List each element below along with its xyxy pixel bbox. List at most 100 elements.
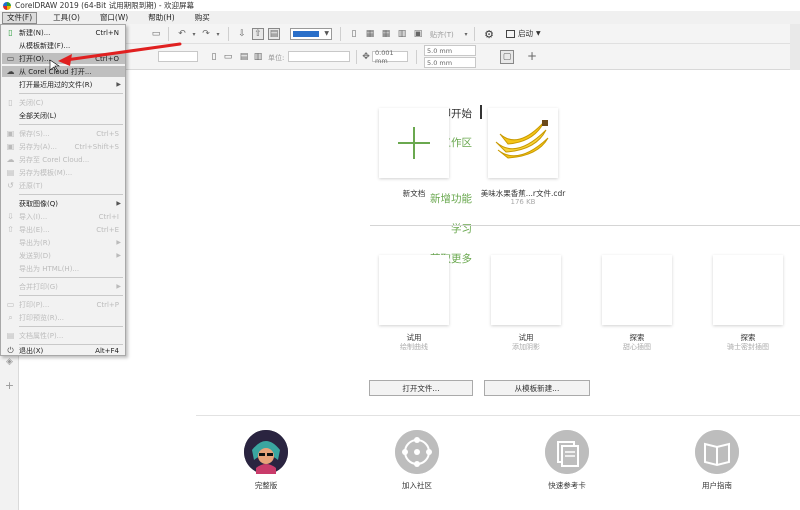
submenu-arrow-icon: ▶	[116, 81, 121, 88]
add-tool-icon[interactable]: +	[4, 379, 15, 392]
color-dropdown[interactable]: ▼	[290, 28, 332, 40]
user-guide-button[interactable]	[695, 430, 739, 474]
trial-card-subtitle: 绘制曲线	[400, 343, 428, 351]
nudge-distance-input[interactable]: 0.001 mm	[372, 49, 408, 65]
undo-icon[interactable]: ↶	[176, 28, 188, 40]
toolbar-print-icon[interactable]: ▭	[150, 28, 162, 40]
menu-separator	[19, 326, 123, 327]
menu-item-new[interactable]: ▯ 新建(N)... Ctrl+N	[2, 27, 125, 38]
banana-thumbnail	[495, 120, 549, 159]
page-border-icon[interactable]: ▢	[500, 50, 514, 64]
menu-item-recent-files[interactable]: 打开最近用过的文件(R) ▶	[2, 79, 125, 90]
full-screen-icon[interactable]: ▯	[348, 28, 360, 40]
submenu-arrow-icon: ▶	[116, 239, 121, 246]
menu-item-save[interactable]: ▣ 保存(S)... Ctrl+S	[2, 128, 125, 139]
menu-item-print-merge[interactable]: 合并打印(G) ▶	[2, 281, 125, 292]
menu-tools[interactable]: 工具(O)	[49, 12, 84, 24]
menu-separator	[19, 295, 123, 296]
menu-separator	[19, 93, 123, 94]
snap-to-dropdown[interactable]: 贴齐(T)	[430, 30, 454, 40]
menu-item-close[interactable]: ▯ 关闭(C)	[2, 97, 125, 108]
quick-reference-button[interactable]	[545, 430, 589, 474]
redo-icon[interactable]: ↷	[200, 28, 212, 40]
menu-item-new-from-template[interactable]: 从模板新建(F)...	[2, 40, 125, 51]
section-divider	[370, 225, 800, 226]
fill-tool-icon[interactable]: ◈	[4, 356, 15, 367]
toolbar-separator	[474, 27, 475, 41]
menu-item-import[interactable]: ⇩ 导入(I)... Ctrl+I	[2, 211, 125, 222]
menu-window[interactable]: 窗口(W)	[96, 12, 132, 24]
join-community-button[interactable]	[395, 430, 439, 474]
menu-buy[interactable]: 购买	[191, 12, 214, 24]
open-file-button[interactable]: 打开文件...	[369, 380, 473, 396]
menu-item-save-corel-cloud[interactable]: ☁ 另存至 Corel Cloud...	[2, 154, 125, 165]
recent-file-card[interactable]	[488, 108, 558, 178]
duplicate-y-input[interactable]: 5.0 mm	[424, 57, 476, 68]
guidelines-icon[interactable]: ▥	[396, 28, 408, 40]
new-document-card[interactable]	[379, 108, 449, 178]
gear-icon[interactable]: ⚙	[483, 28, 495, 41]
coreldraw-app-icon	[3, 1, 11, 10]
toolbar-separator	[340, 27, 341, 41]
menu-item-print[interactable]: ▭ 打印(P)... Ctrl+P	[2, 299, 125, 310]
menu-item-exit[interactable]: ⏻ 退出(X) Alt+F4	[2, 345, 125, 356]
unit-select[interactable]	[288, 51, 350, 62]
submenu-arrow-icon: ▶	[116, 283, 121, 290]
user-guide-label[interactable]: 用户指南	[677, 480, 757, 491]
recent-file-size: 176 KB	[510, 198, 536, 206]
duplicate-x-input[interactable]: 5.0 mm	[424, 45, 476, 56]
launch-dropdown[interactable]: 启动 ▼	[506, 28, 541, 39]
menu-item-open-corel-cloud[interactable]: ☁ 从 Corel Cloud 打开...	[2, 66, 125, 77]
open-folder-icon: ▭	[6, 54, 15, 63]
welcome-screen: 立即开始 工作区 新增功能 学习 获取更多 新文档 美味水果香蕉...r文件.c…	[126, 70, 800, 510]
trial-card-draw-curves[interactable]	[379, 255, 449, 325]
menu-item-revert[interactable]: ↺ 还原(T)	[2, 180, 125, 191]
plus-icon-bar	[398, 142, 430, 144]
menu-item-acquire-image[interactable]: 获取图像(Q) ▶	[2, 198, 125, 209]
menu-bar: 文件(F) 工具(O) 窗口(W) 帮助(H) 购买	[0, 11, 800, 24]
page-size-select[interactable]	[158, 51, 198, 62]
toolbar-scrollbar[interactable]	[790, 24, 800, 74]
snap-dropdown-icon[interactable]: ▾	[460, 28, 472, 40]
trial-card-add-shadow[interactable]	[491, 255, 561, 325]
full-version-label[interactable]: 完整版	[226, 480, 306, 491]
fit-icon[interactable]: ▣	[412, 28, 424, 40]
add-page-icon[interactable]: +	[526, 49, 538, 63]
redo-dropdown-icon[interactable]: ▾	[212, 28, 224, 40]
menu-help[interactable]: 帮助(H)	[144, 12, 179, 24]
portrait-icon	[244, 430, 288, 474]
menu-item-document-properties[interactable]: ▤ 文档属性(P)...	[2, 330, 125, 341]
publish-pdf-icon[interactable]: ▤	[268, 28, 280, 40]
portrait-icon[interactable]: ▯	[208, 51, 220, 63]
menu-item-print-preview[interactable]: ⌕ 打印预览(R)...	[2, 312, 125, 323]
quick-reference-label[interactable]: 快速参考卡	[527, 480, 607, 491]
menu-item-export-as[interactable]: 导出为(R) ▶	[2, 237, 125, 248]
nav-learn[interactable]: 学习	[451, 221, 472, 236]
undo-dropdown-icon[interactable]: ▾	[188, 28, 200, 40]
menu-item-export-html[interactable]: 导出为 HTML(H)...	[2, 263, 125, 274]
explore-card-knight[interactable]	[713, 255, 783, 325]
all-pages-icon[interactable]: ▤	[238, 51, 250, 63]
menu-file[interactable]: 文件(F)	[2, 11, 38, 24]
menu-item-export[interactable]: ⇧ 导出(E)... Ctrl+E	[2, 224, 125, 235]
export-icon[interactable]: ⇧	[252, 28, 264, 40]
join-community-label[interactable]: 加入社区	[377, 480, 457, 491]
landscape-icon[interactable]: ▭	[222, 51, 234, 63]
menu-item-save-as-template[interactable]: ▤ 另存为模板(M)...	[2, 167, 125, 178]
save-icon: ▣	[6, 129, 15, 138]
new-from-template-button[interactable]: 从模板新建...	[484, 380, 590, 396]
window-title: CorelDRAW 2019 (64-Bit 试用期限到期) - 欢迎屏幕	[15, 1, 194, 10]
submenu-arrow-icon: ▶	[116, 200, 121, 207]
menu-item-open[interactable]: ▭ 打开(O)... Ctrl+O	[2, 53, 125, 64]
explore-card-sweet[interactable]	[602, 255, 672, 325]
grid-icon[interactable]: ▦	[380, 28, 392, 40]
rulers-icon[interactable]: ▦	[364, 28, 376, 40]
menu-item-send-to[interactable]: 发送到(D) ▶	[2, 250, 125, 261]
menu-item-close-all[interactable]: 全部关闭(L)	[2, 110, 125, 121]
full-version-portrait[interactable]	[244, 430, 288, 474]
import-icon[interactable]: ⇩	[236, 28, 248, 40]
toolbar-separator	[356, 50, 357, 64]
current-page-icon[interactable]: ▥	[252, 51, 264, 63]
launch-label: 启动	[518, 29, 533, 38]
menu-item-save-as[interactable]: ▣ 另存为(A)... Ctrl+Shift+S	[2, 141, 125, 152]
